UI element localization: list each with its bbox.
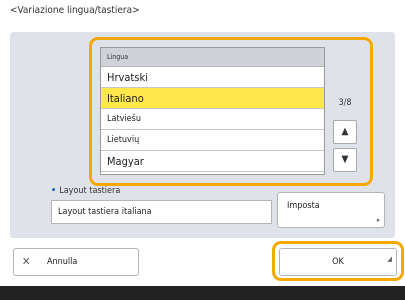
triangle-up-icon: ▲ <box>341 126 349 137</box>
scroll-up-button[interactable]: ▲ <box>333 120 357 144</box>
page-indicator: 3/8 <box>338 98 352 108</box>
language-item[interactable]: Latviešu <box>101 109 324 130</box>
screen-title: <Variazione lingua/tastiera> <box>10 5 140 16</box>
language-item[interactable]: Hrvatski <box>101 67 324 88</box>
language-list[interactable]: Lingua Hrvatski Italiano Latviešu Lietuv… <box>100 47 325 175</box>
scroll-down-button[interactable]: ▼ <box>333 148 357 172</box>
cancel-button[interactable]: ✕ Annulla <box>13 248 139 276</box>
set-keyboard-layout-button[interactable]: Imposta ▸ <box>277 192 385 228</box>
corner-arrow-icon: ▸ <box>376 216 380 224</box>
language-list-focus-frame: Lingua Hrvatski Italiano Latviešu Lietuv… <box>89 37 373 186</box>
bullet-icon: • <box>51 186 57 196</box>
language-item-selected[interactable]: Italiano <box>101 88 324 109</box>
language-list-header: Lingua <box>101 48 324 67</box>
settings-panel: Lingua Hrvatski Italiano Latviešu Lietuv… <box>10 32 395 238</box>
corner-arrow-icon: ◢ <box>387 255 392 263</box>
close-icon: ✕ <box>22 255 31 268</box>
language-item[interactable]: Lietuvių <box>101 130 324 151</box>
language-item[interactable]: Magyar <box>101 151 324 172</box>
keyboard-layout-label: • Layout tastiera <box>51 186 121 196</box>
status-bar <box>0 286 405 300</box>
ok-button[interactable]: OK ◢ <box>279 248 397 276</box>
triangle-down-icon: ▼ <box>341 154 349 165</box>
keyboard-layout-field: Layout tastiera italiana <box>51 200 272 224</box>
